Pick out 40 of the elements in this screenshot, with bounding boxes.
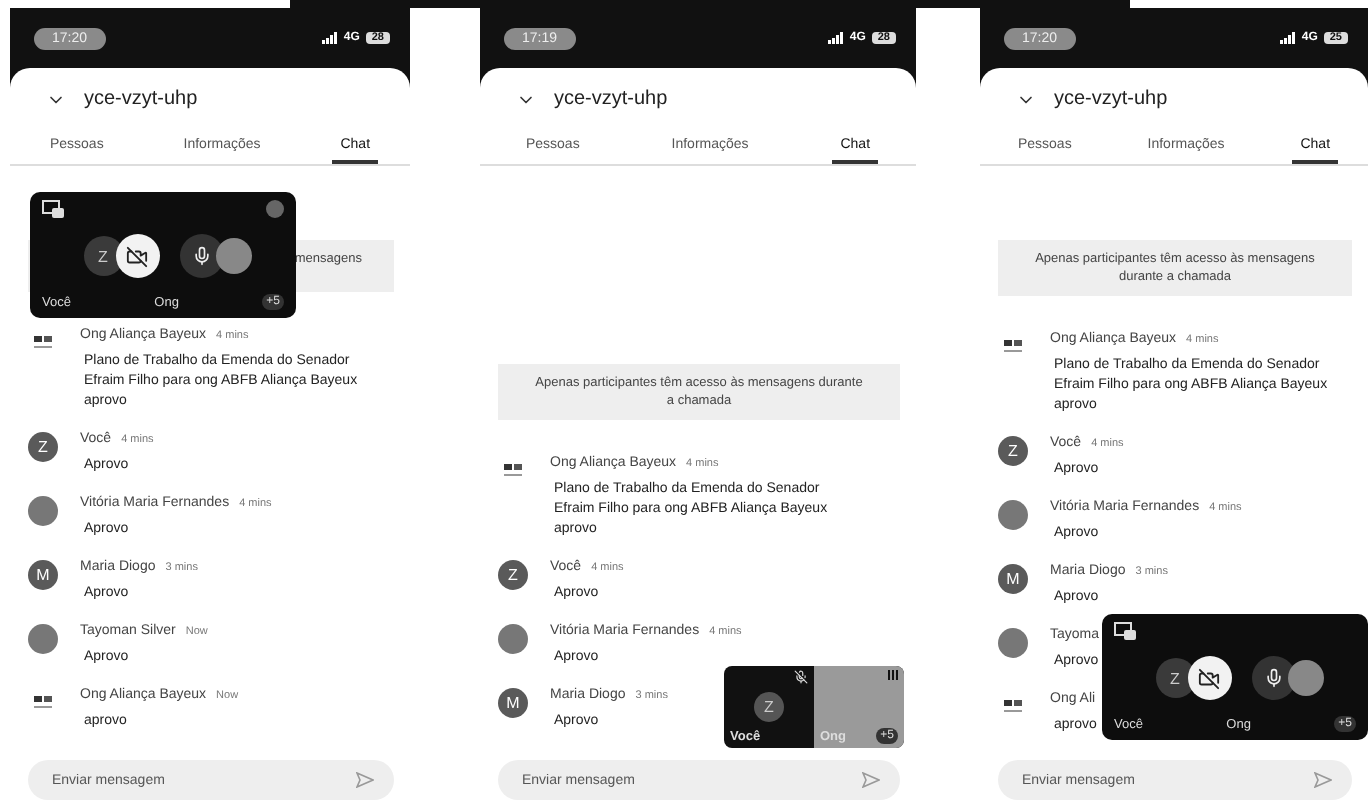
microphone-button[interactable] <box>179 234 223 278</box>
camera-toggle-button[interactable] <box>1187 656 1231 700</box>
logo-icon <box>34 696 52 710</box>
avatar: Z <box>83 236 123 276</box>
menu-icon[interactable] <box>888 670 898 680</box>
avatar-photo <box>498 624 528 654</box>
microphone-button[interactable] <box>1251 656 1295 700</box>
avatar: Z <box>498 560 528 590</box>
avatar: Z <box>754 692 784 722</box>
logo-icon <box>1004 700 1022 714</box>
avatar: M <box>28 560 58 590</box>
meeting-title: yce-vzyt-uhp <box>1054 88 1168 110</box>
logo-icon <box>34 336 52 350</box>
avatar-photo <box>998 628 1028 658</box>
signal-icon <box>321 32 338 44</box>
microphone-off-icon <box>794 670 808 684</box>
camera-off-icon <box>126 245 148 267</box>
camera-toggle-button[interactable] <box>115 234 159 278</box>
avatar: M <box>498 688 528 718</box>
picture-in-picture-icon[interactable] <box>1114 622 1136 640</box>
avatar-photo <box>998 500 1028 530</box>
avatar-photo <box>28 624 58 654</box>
meeting-title: yce-vzyt-uhp <box>84 88 198 110</box>
avatar: Z <box>998 436 1028 466</box>
avatar-photo <box>28 496 58 526</box>
signal-icon <box>1279 32 1296 44</box>
avatar: Z <box>28 432 58 462</box>
avatar-photo <box>1287 660 1323 696</box>
signal-icon <box>827 32 844 44</box>
meeting-title: yce-vzyt-uhp <box>554 88 668 110</box>
camera-off-icon <box>1198 667 1220 689</box>
avatar: M <box>998 564 1028 594</box>
logo-icon <box>1004 340 1022 354</box>
avatar-photo <box>215 238 251 274</box>
logo-icon <box>504 464 522 478</box>
expand-icon[interactable] <box>266 200 284 218</box>
picture-in-picture-icon[interactable] <box>42 200 64 218</box>
microphone-icon <box>1263 668 1283 688</box>
avatar: Z <box>1155 658 1195 698</box>
microphone-icon <box>191 246 211 266</box>
